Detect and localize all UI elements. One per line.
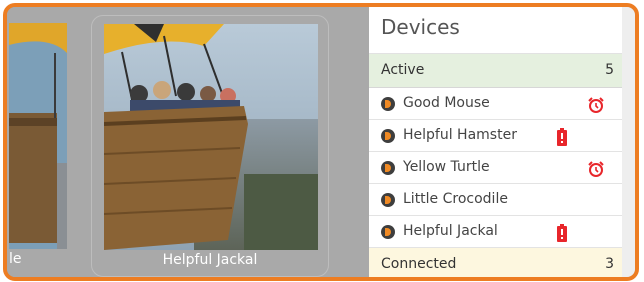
panel-scroll-track[interactable]: [622, 7, 635, 277]
device-row-helpful-hamster[interactable]: Helpful Hamster: [369, 120, 622, 152]
group-count: 5: [605, 62, 614, 78]
devices-panel: Devices Active 5 Good Mouse Helpful Hams…: [369, 7, 623, 277]
device-row-helpful-jackal[interactable]: Helpful Jackal: [369, 216, 622, 248]
device-widget-frame: le Helpful Jackal Devices Active 5 Good …: [3, 3, 639, 281]
device-photo: [104, 24, 318, 250]
group-header-active[interactable]: Active 5: [369, 54, 622, 88]
device-icon: [381, 224, 395, 239]
gallery-card-label: le: [9, 251, 22, 267]
device-icon: [381, 128, 395, 143]
gallery-card-helpful-jackal[interactable]: Helpful Jackal: [91, 15, 329, 277]
device-gallery: le Helpful Jackal: [7, 7, 369, 277]
balloon-photo-image: [104, 24, 318, 250]
device-name: Helpful Hamster: [403, 127, 517, 143]
device-icon: [381, 160, 395, 175]
gallery-card-previous[interactable]: le: [7, 15, 79, 275]
device-name: Good Mouse: [403, 95, 490, 111]
panel-title: Devices: [369, 7, 622, 54]
group-header-connected[interactable]: Connected 3: [369, 248, 622, 277]
device-icon: [381, 192, 395, 207]
battery-low-icon: [557, 223, 567, 254]
group-label: Active: [381, 62, 425, 78]
device-icon: [381, 96, 395, 111]
group-count: 3: [605, 256, 614, 272]
device-name: Little Crocodile: [403, 191, 508, 207]
balloon-photo-image: [9, 23, 67, 249]
group-label: Connected: [381, 256, 457, 272]
device-photo: [9, 23, 67, 249]
gallery-card-label: Helpful Jackal: [162, 252, 258, 268]
device-name: Yellow Turtle: [403, 159, 490, 175]
device-row-little-crocodile[interactable]: Little Crocodile: [369, 184, 622, 216]
device-row-yellow-turtle[interactable]: Yellow Turtle: [369, 152, 622, 184]
device-name: Helpful Jackal: [403, 223, 498, 239]
device-row-good-mouse[interactable]: Good Mouse: [369, 88, 622, 120]
